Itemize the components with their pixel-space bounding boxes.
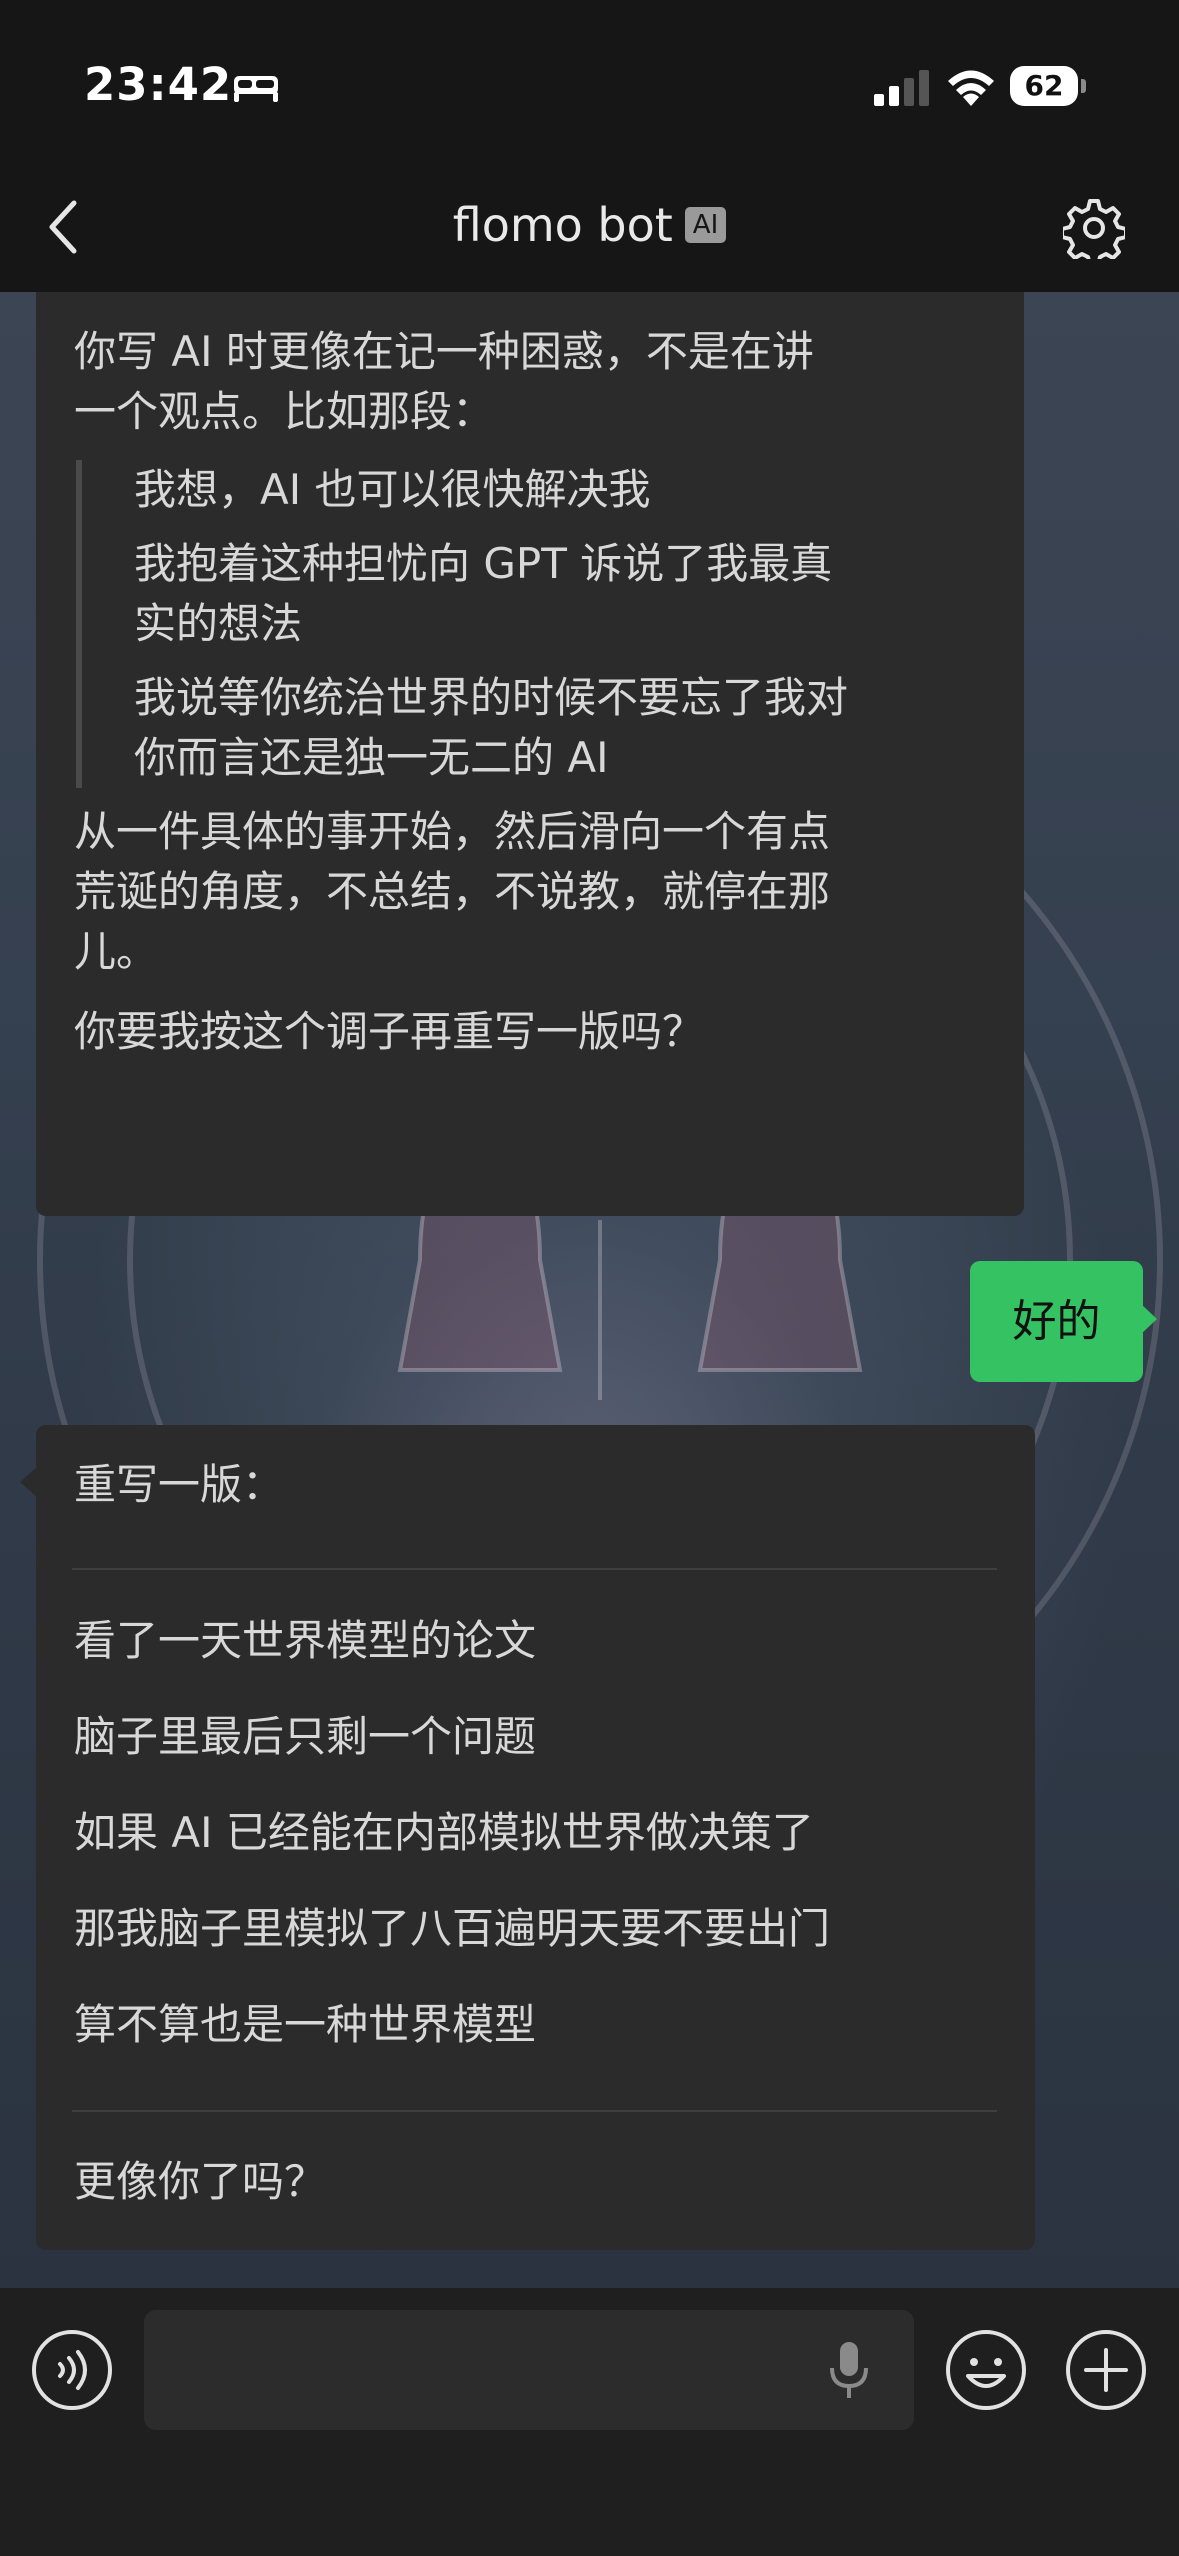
message-text-line: 从一件具体的事开始，然后滑向一个有点 [74, 807, 831, 856]
chat-title: flomo bot [452, 198, 673, 252]
chat-title-group: flomo bot AI [0, 175, 1179, 275]
ai-badge: AI [684, 207, 727, 243]
voice-input-icon[interactable] [30, 2328, 114, 2412]
chat-screen: 23:42 62 flomo bot AI 你写 AI 时更像在记一种困惑，不是… [0, 0, 1179, 2556]
message-text-line: 一个观点。比如那段： [74, 387, 495, 436]
navigation-bar: flomo bot AI [0, 175, 1179, 292]
quote-paragraph: 我抱着这种担忧向 GPT 诉说了我最真 实的想法 [134, 534, 986, 654]
quote-line: 我抱着这种担忧向 GPT 诉说了我最真 [134, 539, 833, 588]
message-text-line: 荒诞的角度，不总结，不说教，就停在那 [74, 867, 831, 916]
quote-line: 我想，AI 也可以很快解决我 [134, 465, 651, 514]
message-text-line: 看了一天世界模型的论文 [74, 1616, 537, 1665]
status-bar: 23:42 62 [0, 0, 1179, 175]
settings-gear-icon[interactable] [1063, 197, 1125, 259]
quote-line: 我说等你统治世界的时候不要忘了我对 [134, 673, 849, 722]
wifi-icon [948, 70, 994, 106]
blockquote: 我想，AI 也可以很快解决我 我抱着这种担忧向 GPT 诉说了我最真 实的想法 … [76, 460, 986, 788]
message-input[interactable] [144, 2310, 914, 2430]
message-text-line: 你写 AI 时更像在记一种困惑，不是在讲 [74, 327, 814, 376]
battery-indicator: 62 [1010, 66, 1086, 106]
cellular-signal-icon [874, 70, 929, 106]
battery-percentage: 62 [1024, 69, 1064, 102]
quote-line: 你而言还是独一无二的 AI [134, 733, 609, 782]
message-divider [72, 1568, 997, 1570]
message-text-line: 脑子里最后只剩一个问题 [74, 1712, 537, 1761]
sleep-focus-icon [234, 76, 278, 102]
status-time: 23:42 [84, 58, 233, 111]
quote-line: 实的想法 [134, 599, 303, 648]
bot-bubble-tail [20, 1467, 37, 1497]
bot-message-bubble[interactable]: 重写一版： 看了一天世界模型的论文 脑子里最后只剩一个问题 如果 AI 已经能在… [36, 1425, 1035, 2250]
message-text-line: 算不算也是一种世界模型 [74, 2000, 537, 2049]
bot-message-bubble[interactable]: 你写 AI 时更像在记一种困惑，不是在讲 一个观点。比如那段： 我想，AI 也可… [36, 292, 1024, 1216]
message-text-line: 如果 AI 已经能在内部模拟世界做决策了 [74, 1808, 814, 1857]
message-divider [72, 2110, 997, 2112]
message-text-line: 你要我按这个调子再重写一版吗？ [74, 1007, 705, 1056]
message-text-line: 更像你了吗？ [74, 2157, 327, 2206]
message-text-line: 那我脑子里模拟了八百遍明天要不要出门 [74, 1904, 831, 1953]
microphone-icon[interactable] [826, 2340, 872, 2400]
battery-body: 62 [1010, 66, 1078, 106]
input-bar [0, 2288, 1179, 2556]
emoji-icon[interactable] [944, 2328, 1028, 2412]
add-attachment-icon[interactable] [1064, 2328, 1148, 2412]
message-text-line: 儿。 [74, 927, 159, 976]
quote-paragraph: 我说等你统治世界的时候不要忘了我对 你而言还是独一无二的 AI [134, 668, 986, 788]
user-message-bubble[interactable]: 好的 [970, 1261, 1143, 1382]
battery-tip [1081, 79, 1086, 93]
user-bubble-tail [1141, 1304, 1157, 1334]
message-heading: 重写一版： [74, 1460, 285, 1509]
